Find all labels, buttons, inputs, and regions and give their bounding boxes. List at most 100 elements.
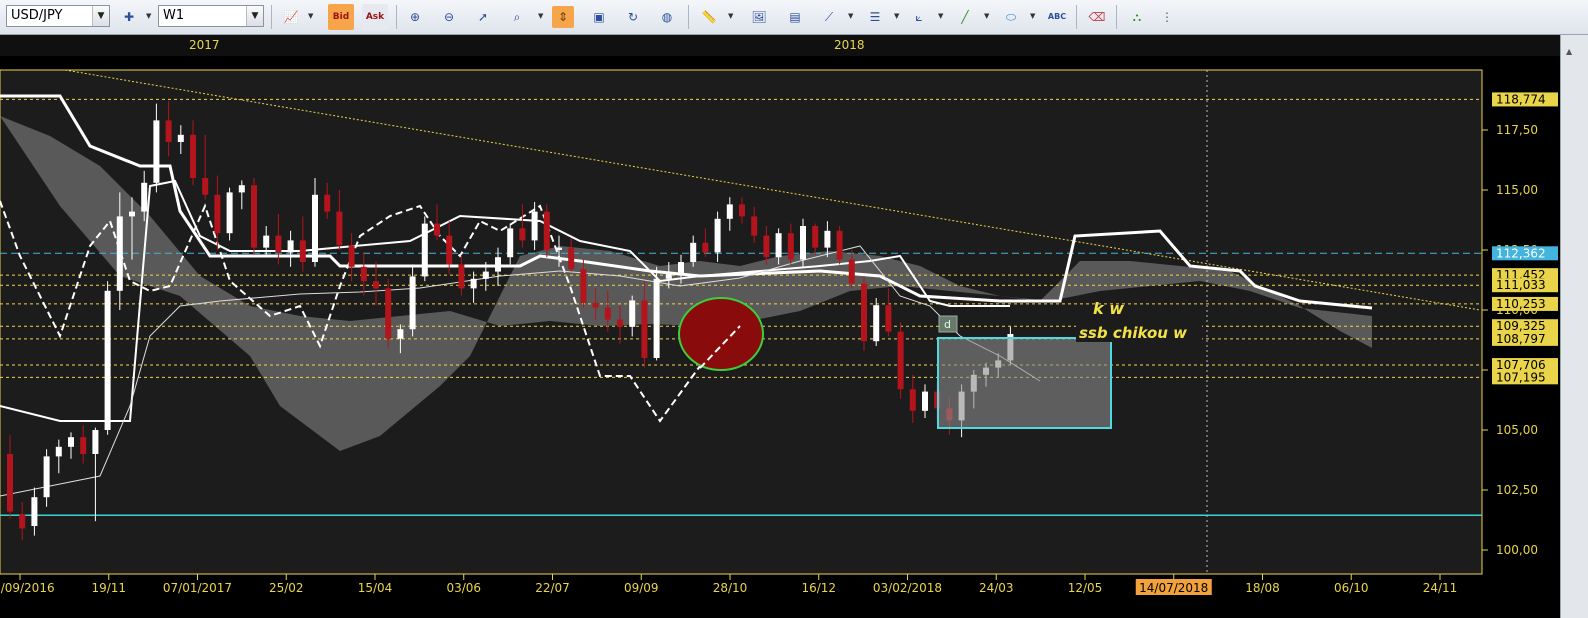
candle-body[interactable] — [324, 194, 331, 212]
candle-body[interactable] — [238, 185, 245, 193]
candle-body[interactable] — [129, 211, 135, 217]
candle-body[interactable] — [751, 216, 758, 236]
candle-body[interactable] — [592, 302, 599, 308]
ruler-icon[interactable]: 📏 — [698, 6, 720, 28]
candle-body[interactable] — [31, 497, 38, 526]
autoscale-icon[interactable]: ⇕ — [552, 6, 574, 28]
candle-body[interactable] — [836, 230, 843, 260]
candle-body[interactable] — [141, 182, 148, 212]
candle-body[interactable] — [580, 269, 587, 303]
zoom-out-icon[interactable]: ⊖ — [438, 6, 460, 28]
candle-body[interactable] — [373, 281, 379, 289]
candle-body[interactable] — [360, 266, 367, 282]
candle-body[interactable] — [617, 319, 623, 327]
candle-body[interactable] — [641, 300, 648, 358]
chevron-down-icon[interactable]: ▼ — [848, 12, 853, 20]
candle-body[interactable] — [714, 218, 721, 253]
candle-body[interactable] — [263, 235, 270, 248]
candle-body[interactable] — [775, 233, 782, 258]
text-tool-icon[interactable]: ABC — [1046, 6, 1068, 28]
candle-body[interactable] — [177, 134, 184, 142]
candle-body[interactable] — [251, 185, 257, 248]
candle-body[interactable] — [470, 278, 477, 289]
candle-body[interactable] — [873, 305, 880, 342]
annotation-label[interactable]: d — [944, 318, 951, 331]
bid-button[interactable]: Bid — [328, 4, 354, 30]
candle-body[interactable] — [653, 278, 660, 358]
chevron-down-icon[interactable]: ▼ — [308, 12, 313, 20]
ellipse-icon[interactable]: ⬭ — [1000, 6, 1022, 28]
candle-body[interactable] — [861, 283, 867, 342]
candle-body[interactable] — [202, 178, 209, 195]
candle-body[interactable] — [787, 233, 794, 260]
candle-body[interactable] — [43, 456, 50, 498]
candle-body[interactable] — [385, 288, 392, 339]
window-icon[interactable]: ▤ — [784, 6, 806, 28]
candle-body[interactable] — [214, 194, 221, 234]
candle-body[interactable] — [604, 307, 611, 320]
price-chart[interactable]: k wssb chikou wd 117,50115,00112,50110,0… — [0, 56, 1560, 618]
annotation-label[interactable]: k w — [1093, 299, 1124, 318]
symbol-select[interactable]: USD/JPY ▼ — [6, 5, 110, 27]
candle-body[interactable] — [299, 240, 306, 262]
candle-body[interactable] — [336, 211, 343, 246]
cursor-icon[interactable]: ➚ — [472, 6, 494, 28]
candle-body[interactable] — [678, 262, 684, 274]
candle-body[interactable] — [104, 290, 111, 430]
chevron-down-icon[interactable]: ▼ — [538, 12, 543, 20]
chevron-down-icon[interactable]: ▼ — [146, 12, 151, 20]
fibonacci-icon[interactable]: ⟋ — [818, 6, 840, 28]
highlight-ellipse[interactable] — [678, 297, 764, 371]
eraser-icon[interactable]: ⌫ — [1086, 6, 1108, 28]
candle-body[interactable] — [885, 305, 892, 332]
candle-body[interactable] — [665, 274, 672, 279]
candle-body[interactable] — [434, 223, 440, 236]
chevron-down-icon[interactable]: ▼ — [1030, 12, 1035, 20]
candle-body[interactable] — [458, 264, 465, 289]
candle-body[interactable] — [824, 230, 831, 248]
candle-body[interactable] — [68, 437, 74, 447]
screenshot-icon[interactable]: ▣ — [588, 6, 610, 28]
candle-body[interactable] — [275, 235, 282, 253]
trendline-icon[interactable]: ╱ — [954, 6, 976, 28]
vertical-scrollbar[interactable]: ▲ — [1560, 35, 1588, 618]
candle-body[interactable] — [7, 454, 13, 512]
candle-body[interactable] — [421, 223, 428, 277]
channel-icon[interactable]: ☰ — [864, 6, 886, 28]
candle-body[interactable] — [409, 276, 416, 330]
globe-icon[interactable]: ◍ — [656, 6, 678, 28]
candle-body[interactable] — [116, 216, 123, 291]
candle-body[interactable] — [848, 259, 855, 284]
candle-body[interactable] — [446, 235, 453, 265]
candle-body[interactable] — [348, 245, 355, 267]
candle-body[interactable] — [909, 389, 916, 411]
candle-body[interactable] — [739, 204, 745, 217]
candle-body[interactable] — [19, 514, 26, 529]
candle-body[interactable] — [531, 211, 538, 241]
hierarchy-icon[interactable]: ⛬ — [1126, 6, 1148, 28]
chart-type-icon[interactable]: 📈 — [280, 6, 302, 28]
toolbar-options-icon[interactable]: ⋮ — [1156, 6, 1178, 28]
candle-body[interactable] — [55, 446, 62, 457]
chevron-down-icon[interactable]: ▼ — [728, 12, 733, 20]
candle-body[interactable] — [568, 247, 575, 270]
candle-body[interactable] — [702, 242, 709, 253]
candle-body[interactable] — [897, 331, 904, 390]
chevron-down-icon[interactable]: ▼ — [984, 12, 989, 20]
candle-body[interactable] — [190, 134, 196, 178]
candle-body[interactable] — [165, 120, 172, 142]
refresh-icon[interactable]: ↻ — [622, 6, 644, 28]
gann-fan-icon[interactable]: ⟀ — [908, 6, 930, 28]
candle-body[interactable] — [922, 391, 928, 411]
candle-body[interactable] — [92, 430, 99, 454]
scroll-up-icon[interactable]: ▲ — [1566, 47, 1572, 56]
candle-body[interactable] — [690, 242, 697, 262]
candle-body[interactable] — [287, 240, 294, 253]
candle-body[interactable] — [629, 300, 636, 327]
symbol-menu-icon[interactable]: ✚ — [118, 6, 140, 28]
candle-body[interactable] — [726, 204, 733, 219]
candle-body[interactable] — [812, 226, 819, 248]
candle-body[interactable] — [153, 120, 160, 183]
zoom-in-icon[interactable]: ⊕ — [404, 6, 426, 28]
candle-body[interactable] — [226, 192, 233, 234]
